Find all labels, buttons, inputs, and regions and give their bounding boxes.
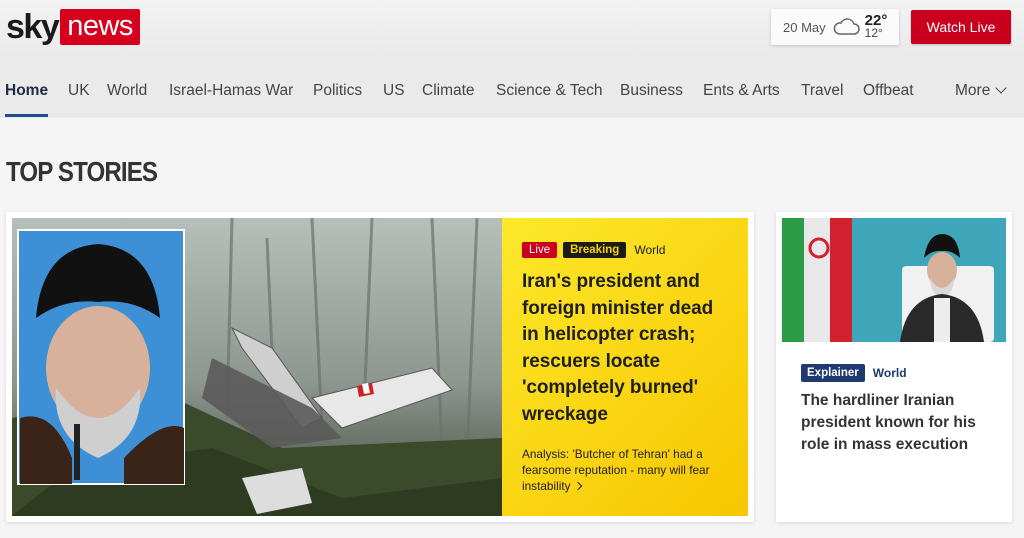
nav-item-business[interactable]: Business [620, 82, 683, 100]
nav-item-travel[interactable]: Travel [801, 82, 844, 100]
side-story-tags: Explainer World [801, 364, 907, 382]
watch-live-button[interactable]: Watch Live [911, 10, 1011, 44]
nav-item-israel-hamas-war[interactable]: Israel-Hamas War [169, 82, 293, 100]
nav-item-politics[interactable]: Politics [313, 82, 362, 100]
temp-low: 12° [864, 26, 883, 40]
president-photo [782, 218, 1006, 342]
chevron-down-icon [995, 82, 1007, 94]
nav-item-climate[interactable]: Climate [422, 82, 475, 100]
main-story-card[interactable]: Live Breaking World Iran's president and… [6, 212, 754, 522]
analysis-text: Analysis: 'Butcher of Tehran' had a fear… [522, 447, 710, 493]
weather-temps: 22° 12° [864, 13, 888, 40]
nav-more-label: More [955, 82, 991, 99]
weather-date: 20 May [783, 19, 826, 35]
nav-item-offbeat[interactable]: Offbeat [863, 82, 914, 100]
breaking-badge: Breaking [563, 241, 627, 258]
analysis-link[interactable]: Analysis: 'Butcher of Tehran' had a fear… [522, 446, 734, 494]
nav-item-world[interactable]: World [107, 82, 147, 100]
sky-news-logo[interactable]: sky news [6, 9, 140, 45]
nav-active-indicator [5, 114, 48, 117]
nav-item-home[interactable]: Home [5, 82, 48, 100]
side-story-headline[interactable]: The hardliner Iranian president known fo… [801, 390, 991, 456]
main-story-tags: Live Breaking World [522, 240, 728, 259]
nav-item-us[interactable]: US [383, 82, 405, 100]
explainer-badge: Explainer [801, 364, 865, 382]
cloud-icon [833, 18, 860, 35]
main-story-text-panel[interactable]: Live Breaking World Iran's president and… [502, 218, 748, 516]
category-label[interactable]: World [634, 243, 665, 257]
main-story-image[interactable] [12, 218, 502, 516]
logo-news-text: news [60, 9, 140, 45]
section-title: TOP STORIES [6, 156, 158, 187]
side-story-card[interactable]: Explainer World The hardliner Iranian pr… [776, 212, 1012, 522]
logo-sky-text: sky [6, 8, 60, 46]
weather-widget[interactable]: 20 May 22° 12° [771, 9, 899, 45]
main-story-headline[interactable]: Iran's president and foreign minister de… [522, 269, 728, 429]
main-nav: Home UK World Israel-Hamas War Politics … [0, 60, 1024, 118]
nav-item-ents-arts[interactable]: Ents & Arts [703, 82, 780, 100]
crash-scene-photo [12, 218, 502, 516]
nav-item-uk[interactable]: UK [68, 82, 90, 100]
side-category-label[interactable]: World [873, 366, 907, 380]
live-badge: Live [522, 241, 558, 258]
nav-item-science-tech[interactable]: Science & Tech [496, 82, 603, 100]
side-story-image[interactable] [782, 218, 1006, 342]
nav-item-more[interactable]: More [955, 82, 1007, 100]
chevron-right-icon [573, 481, 582, 491]
site-header: sky news 20 May 22° 12° Watch Live [0, 0, 1024, 60]
